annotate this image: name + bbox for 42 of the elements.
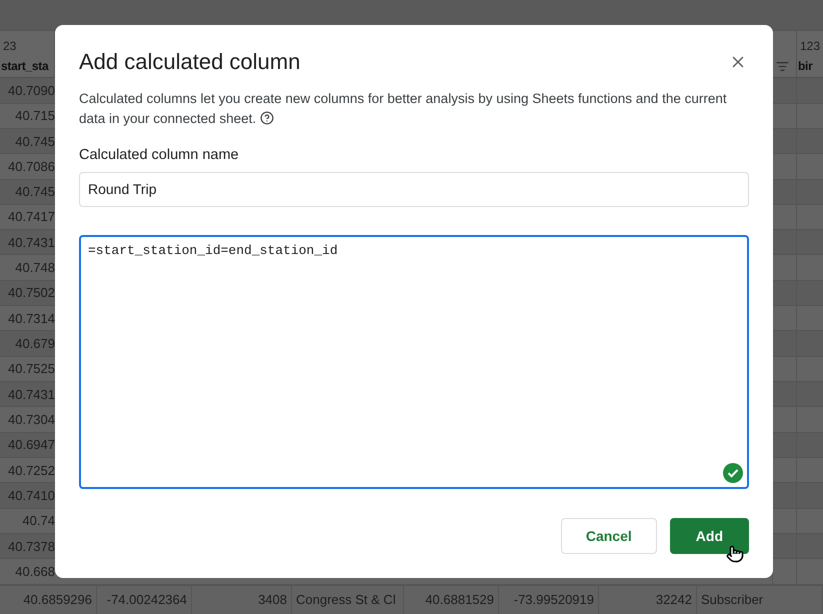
table-cell-text: 40.745 — [14, 132, 55, 151]
table-cell-text: 40.7252 — [7, 462, 55, 480]
table-cell-text: 40.668 — [14, 562, 55, 581]
table-cell: -73.99520919 — [499, 586, 599, 614]
table-cell-text: 40.7304 — [7, 410, 55, 429]
hand-cursor-icon — [726, 545, 744, 563]
table-cell: Subscriber — [697, 586, 823, 614]
table-cell-text: 40.7410 — [7, 486, 55, 505]
table-cell-text: 40.7431 — [7, 386, 55, 404]
name-field[interactable]: Round Trip — [79, 172, 749, 207]
table-cell-text: 40.74 — [21, 512, 55, 530]
table-cell-text: 40.7086 — [7, 158, 55, 176]
table-cell: -74.00242364 — [97, 586, 192, 614]
type-label: 123 — [800, 39, 820, 54]
help-icon[interactable] — [260, 111, 274, 125]
filter-icon[interactable] — [776, 60, 789, 74]
table-cell-text: 40.7417 — [7, 208, 55, 226]
formula-field[interactable]: =start_station_id=end_station_id — [79, 234, 749, 489]
table-cell-text: 40.6947 — [7, 436, 55, 454]
description: Calculated columns let you create new columns for better analysis by using Sheets functions and the current data in your connected sheet. — [79, 90, 728, 128]
table-cell: 40.6859296 — [0, 586, 97, 614]
table-cell-text: 40.7431 — [7, 234, 55, 252]
table-cell-text: 40.7502 — [7, 284, 55, 302]
type-label: 23 — [3, 39, 18, 54]
table-cell-text: 40.679 — [14, 335, 55, 354]
table-cell-text: 40.7525 — [7, 360, 55, 378]
cancel-button[interactable]: Cancel — [560, 518, 657, 554]
table-cell: 3408 — [192, 586, 292, 614]
table-cell: Congress St & Cl — [292, 586, 404, 614]
field-label: Calculated column name — [79, 147, 240, 163]
table-cell-text: 40.715 — [14, 107, 55, 126]
table-cell: 32242 — [599, 586, 697, 614]
column-header[interactable]: 123 bir — [797, 31, 823, 78]
column-name: bir — [798, 59, 814, 74]
table-cell-text: 40.748 — [14, 259, 55, 278]
table-cell: 40.6881529 — [404, 586, 499, 614]
dialog-title: Add calculated column — [79, 49, 300, 75]
table-cell-text: 40.7314 — [7, 310, 55, 328]
column-name: start_sta — [1, 59, 50, 74]
table-cell-text: 40.7090 — [7, 82, 55, 100]
table-cell-text: 40.745 — [14, 183, 55, 202]
table-cell-text: 40.7378 — [7, 538, 55, 556]
